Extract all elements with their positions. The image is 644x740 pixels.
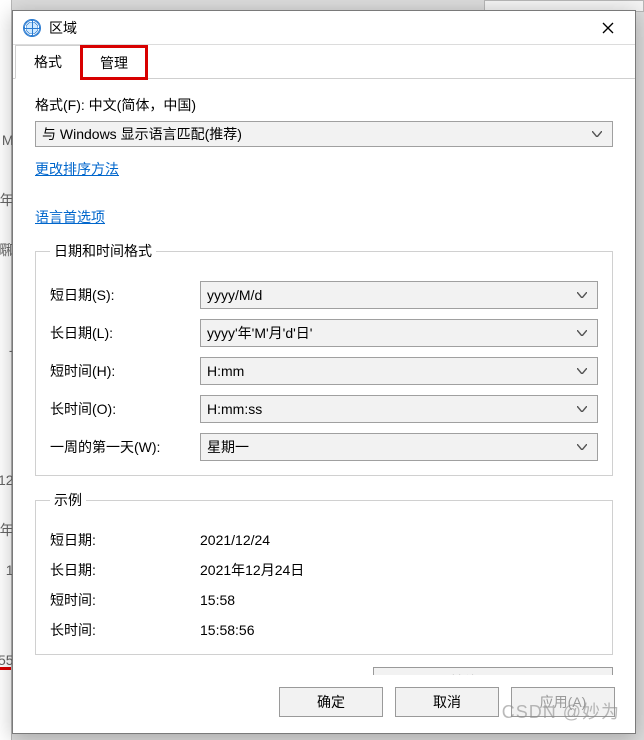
- chevron-down-icon: [573, 398, 591, 420]
- datetime-format-legend: 日期和时间格式: [50, 241, 156, 261]
- short-date-select[interactable]: yyyy/M/d: [200, 281, 598, 309]
- long-date-select[interactable]: yyyy'年'M'月'd'日': [200, 319, 598, 347]
- ex-short-time-value: 15:58: [200, 592, 598, 608]
- close-icon: [602, 22, 614, 34]
- link-change-sort-method[interactable]: 更改排序方法: [35, 159, 613, 179]
- ex-long-date-value: 2021年12月24日: [200, 560, 598, 580]
- tab-format[interactable]: 格式: [15, 45, 81, 79]
- ex-long-date-label: 长日期:: [50, 560, 200, 580]
- region-dialog: 区域 格式 管理 格式(F): 中文(简体，中国) 与 Windows 显示语言…: [12, 10, 636, 734]
- globe-icon: [23, 19, 41, 37]
- long-time-label: 长时间(O):: [50, 399, 200, 419]
- first-day-select[interactable]: 星期一: [200, 433, 598, 461]
- chevron-down-icon: [588, 124, 606, 144]
- close-button[interactable]: [585, 13, 631, 43]
- ex-long-time-label: 长时间:: [50, 620, 200, 640]
- titlebar: 区域: [13, 11, 635, 45]
- chevron-down-icon: [573, 436, 591, 458]
- ok-button[interactable]: 确定: [279, 687, 383, 717]
- tab-row: 格式 管理: [13, 45, 635, 79]
- ex-short-date-value: 2021/12/24: [200, 532, 598, 548]
- other-settings-button[interactable]: 其他设置(D)...: [373, 667, 613, 675]
- ex-short-time-label: 短时间:: [50, 590, 200, 610]
- cancel-button[interactable]: 取消: [395, 687, 499, 717]
- first-day-label: 一周的第一天(W):: [50, 437, 200, 457]
- short-time-select[interactable]: H:mm: [200, 357, 598, 385]
- chevron-down-icon: [573, 284, 591, 306]
- long-time-select[interactable]: H:mm:ss: [200, 395, 598, 423]
- ex-short-date-label: 短日期:: [50, 530, 200, 550]
- format-select-value: 与 Windows 显示语言匹配(推荐): [42, 124, 242, 144]
- background-partial: M 年 ㍼ - 12 年1 55: [0, 0, 12, 740]
- tab-admin[interactable]: 管理: [81, 46, 147, 79]
- chevron-down-icon: [573, 322, 591, 344]
- format-label: 格式(F): 中文(简体，中国): [35, 95, 613, 115]
- examples-legend: 示例: [50, 490, 86, 510]
- datetime-format-group: 日期和时间格式 短日期(S): yyyy/M/d 长日期(L): yyyy'年'…: [35, 241, 613, 476]
- long-date-label: 长日期(L):: [50, 323, 200, 343]
- examples-group: 示例 短日期: 2021/12/24 长日期: 2021年12月24日 短时间:…: [35, 490, 613, 655]
- short-time-label: 短时间(H):: [50, 361, 200, 381]
- short-date-label: 短日期(S):: [50, 285, 200, 305]
- link-language-prefs[interactable]: 语言首选项: [35, 207, 613, 227]
- ex-long-time-value: 15:58:56: [200, 622, 598, 638]
- window-title: 区域: [49, 18, 585, 38]
- tab-panel-format: 格式(F): 中文(简体，中国) 与 Windows 显示语言匹配(推荐) 更改…: [13, 79, 635, 675]
- dialog-footer: 确定 取消 应用(A): [13, 675, 635, 733]
- format-select[interactable]: 与 Windows 显示语言匹配(推荐): [35, 121, 613, 147]
- chevron-down-icon: [573, 360, 591, 382]
- apply-button[interactable]: 应用(A): [511, 687, 615, 717]
